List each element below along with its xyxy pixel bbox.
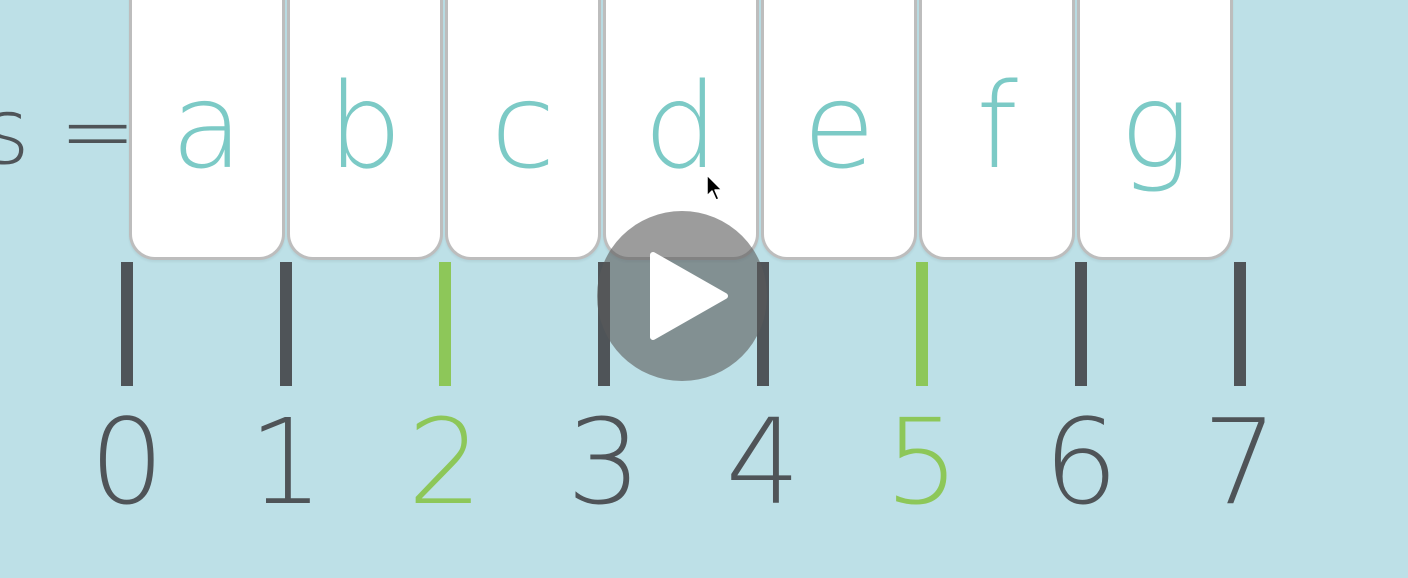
cell-character: a — [170, 57, 244, 195]
video-frame[interactable]: s = abcdefg 01234567 — [0, 0, 1408, 578]
mouse-pointer-icon — [706, 174, 723, 201]
string-cell: f — [919, 0, 1075, 260]
index-label: 6 — [1043, 393, 1119, 531]
cell-character: g — [1119, 57, 1191, 195]
index-label: 0 — [89, 393, 165, 531]
cell-character: d — [643, 57, 719, 195]
index-label: 3 — [566, 393, 642, 531]
variable-label: s = — [0, 78, 137, 185]
index-label: 7 — [1202, 393, 1278, 531]
index-label-highlighted: 2 — [407, 393, 483, 531]
index-label: 1 — [248, 393, 324, 531]
index-label: 4 — [725, 393, 801, 531]
string-cell: e — [761, 0, 917, 260]
tick — [1075, 262, 1087, 386]
cell-character: f — [976, 57, 1018, 195]
play-button[interactable] — [597, 211, 767, 381]
tick — [280, 262, 292, 386]
play-icon — [650, 252, 728, 340]
tick-highlighted — [439, 262, 451, 386]
index-label-highlighted: 5 — [884, 393, 960, 531]
tick — [1234, 262, 1246, 386]
string-cell: b — [287, 0, 443, 260]
tick — [121, 262, 133, 386]
cell-character: c — [490, 57, 556, 195]
cell-character: b — [327, 57, 403, 195]
cell-character: e — [802, 57, 876, 195]
tick-highlighted — [916, 262, 928, 386]
string-cell: a — [129, 0, 285, 260]
string-cell: c — [445, 0, 601, 260]
string-cell: g — [1077, 0, 1233, 260]
